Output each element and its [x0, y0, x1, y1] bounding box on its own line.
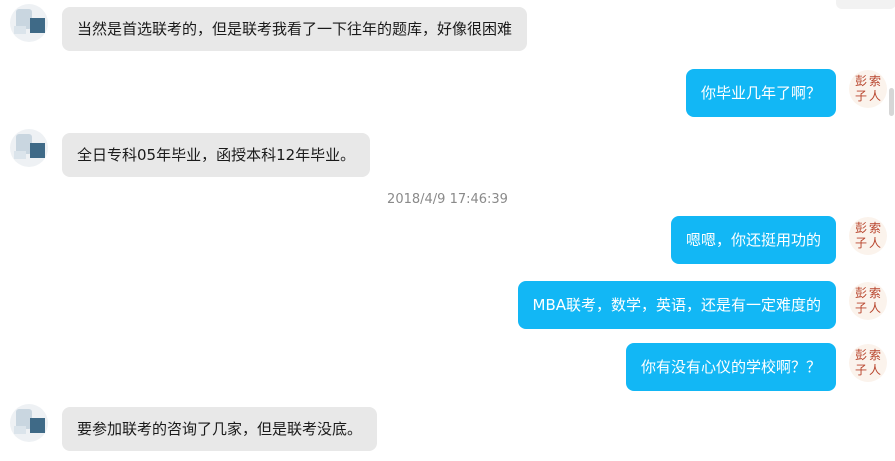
avatar-shape [30, 418, 45, 433]
avatar-shape [14, 26, 26, 34]
message-text: 全日专科05年毕业，函授本科12年毕业。 [77, 145, 356, 164]
seal-stroke: 彭 [855, 221, 868, 235]
message-text: 当然是首选联考的，但是联考我看了一下往年的题库，好像很困难 [77, 19, 513, 38]
calligraphy-seal-avatar-icon[interactable]: 彭 索 子 人 [849, 70, 887, 108]
seal-stroke: 人 [869, 89, 882, 103]
message-text: 嗯嗯，你还挺用功的 [685, 230, 821, 249]
seal-stroke: 索 [869, 221, 882, 235]
seal-stroke: 索 [869, 74, 882, 88]
outgoing-message-bubble[interactable]: 嗯嗯，你还挺用功的 [670, 216, 836, 264]
outgoing-message-bubble[interactable]: 你有没有心仪的学校啊？？ [625, 343, 836, 391]
message-text: 你有没有心仪的学校啊？？ [640, 357, 821, 376]
seal-stroke: 索 [869, 286, 882, 300]
incoming-message-bubble[interactable]: 要参加联考的咨询了几家，但是联考没底。 [62, 407, 378, 451]
seal-stroke: 子 [855, 301, 868, 315]
avatar-shape [30, 18, 45, 33]
incoming-message-bubble[interactable]: 全日专科05年毕业，函授本科12年毕业。 [62, 133, 371, 177]
seal-stroke: 彭 [855, 74, 868, 88]
calligraphy-seal-avatar-icon[interactable]: 彭 索 子 人 [849, 344, 887, 382]
seal-stroke: 彭 [855, 348, 868, 362]
top-edge-control[interactable] [836, 0, 895, 9]
calligraphy-seal-avatar-icon[interactable]: 彭 索 子 人 [849, 282, 887, 320]
outgoing-message-bubble[interactable]: 你毕业几年了啊？ [685, 69, 836, 117]
seal-stroke: 索 [869, 348, 882, 362]
seal-stroke: 子 [855, 236, 868, 250]
scrollbar-thumb[interactable] [889, 88, 894, 116]
seal-stroke: 子 [855, 363, 868, 377]
avatar-shape [14, 151, 26, 159]
contact-avatar-icon[interactable] [10, 129, 48, 167]
chat-history[interactable]: 当然是首选联考的，但是联考我看了一下往年的题库，好像很困难 你毕业几年了啊？ 彭… [0, 0, 895, 461]
avatar-shape [30, 143, 45, 158]
contact-avatar-icon[interactable] [10, 404, 48, 442]
message-timestamp: 2018/4/9 17:46:39 [387, 192, 508, 207]
message-text: 你毕业几年了啊？ [700, 83, 821, 102]
seal-stroke: 人 [869, 363, 882, 377]
seal-stroke: 人 [869, 301, 882, 315]
outgoing-message-bubble[interactable]: MBA联考，数学，英语，还是有一定难度的 [517, 281, 836, 329]
seal-stroke: 子 [855, 89, 868, 103]
seal-stroke: 人 [869, 236, 882, 250]
avatar-shape [14, 426, 26, 434]
seal-stroke: 彭 [855, 286, 868, 300]
contact-avatar-icon[interactable] [10, 4, 48, 42]
message-text: MBA联考，数学，英语，还是有一定难度的 [532, 295, 822, 314]
incoming-message-bubble[interactable]: 当然是首选联考的，但是联考我看了一下往年的题库，好像很困难 [62, 7, 528, 51]
message-text: 要参加联考的咨询了几家，但是联考没底。 [77, 419, 363, 438]
calligraphy-seal-avatar-icon[interactable]: 彭 索 子 人 [849, 217, 887, 255]
